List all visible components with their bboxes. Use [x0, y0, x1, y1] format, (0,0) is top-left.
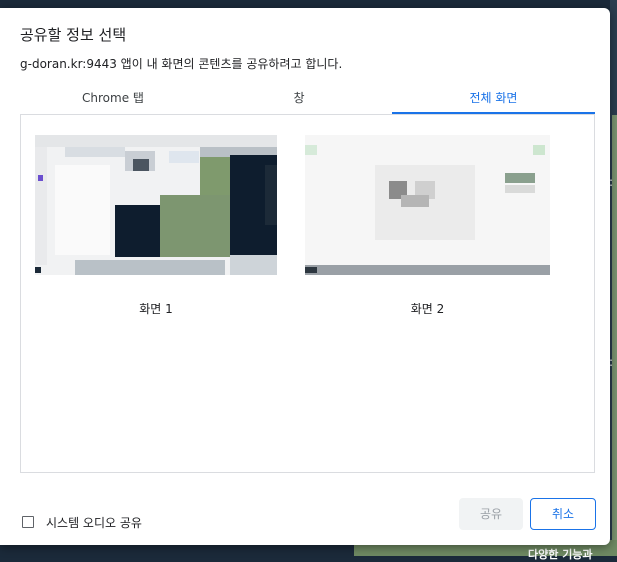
share-dialog: 공유할 정보 선택 g-doran.kr:9443 앱이 내 화면의 콘텐츠를 …: [0, 8, 610, 545]
dialog-subtitle: g-doran.kr:9443 앱이 내 화면의 콘텐츠를 공유하려고 합니다.: [20, 57, 343, 71]
tab-window[interactable]: 창: [206, 86, 392, 114]
system-audio-label: 시스템 오디오 공유: [46, 516, 142, 530]
screen-option-1[interactable]: 화면 1: [35, 135, 277, 316]
screen-2-label: 화면 2: [410, 302, 445, 316]
screen-2-thumbnail: [305, 135, 550, 275]
background-app-text: 다양한 기능과: [528, 548, 593, 561]
source-tabs: Chrome 탭 창 전체 화면: [20, 86, 595, 115]
tab-chrome-tab[interactable]: Chrome 탭: [20, 86, 206, 114]
cancel-button[interactable]: 취소: [530, 498, 596, 530]
screen-1-label: 화면 1: [139, 302, 173, 316]
screen-1-thumbnail: [35, 135, 277, 275]
share-button[interactable]: 공유: [459, 498, 523, 530]
screen-2-preview-image: [305, 135, 550, 275]
screen-option-2[interactable]: 화면 2: [305, 135, 550, 316]
dialog-title: 공유할 정보 선택: [20, 26, 127, 44]
tab-entire-screen[interactable]: 전체 화면: [392, 86, 595, 114]
screen-1-preview-image: [35, 135, 277, 275]
system-audio-checkbox[interactable]: [22, 516, 34, 528]
